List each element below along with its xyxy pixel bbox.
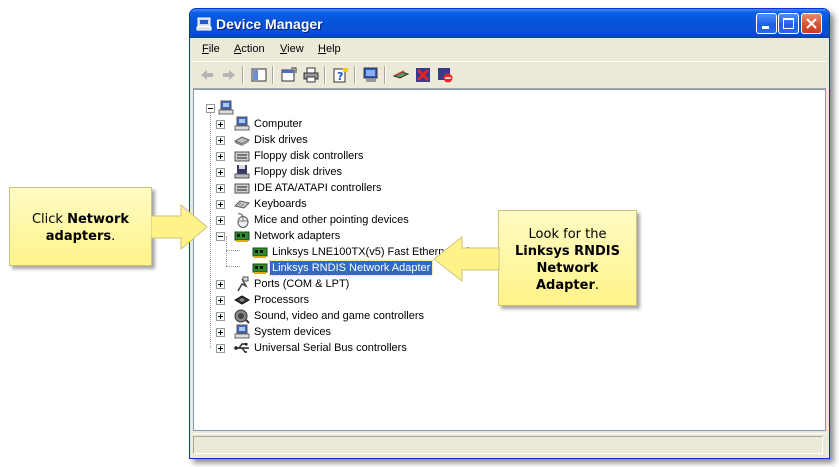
floppy-icon: [234, 164, 250, 180]
print-icon[interactable]: [302, 66, 320, 84]
tree-root[interactable]: [200, 100, 240, 116]
sound-icon: [234, 308, 250, 324]
callout-bold-text: Network: [536, 261, 599, 276]
tree-item-system-devices[interactable]: System devices: [194, 324, 494, 340]
network-card-icon: [252, 260, 268, 276]
callout-arrow-right: [433, 236, 500, 283]
window-title: Device Manager: [216, 16, 323, 32]
callout-text: Click: [31, 212, 68, 227]
collapse-toggle[interactable]: [206, 104, 215, 113]
tree-item-label-selected: Linksys RNDIS Network Adapter: [268, 260, 434, 276]
expand-toggle[interactable]: [216, 344, 225, 353]
tree-item-keyboards[interactable]: Keyboards: [194, 196, 494, 212]
controller-icon: [234, 180, 250, 196]
disable-device-icon[interactable]: [436, 66, 454, 84]
tree-item-label: Ports (COM & LPT): [254, 278, 350, 290]
expand-toggle[interactable]: [216, 200, 225, 209]
toolbar-separator: [242, 66, 244, 84]
tree-item-label: Mice and other pointing devices: [254, 214, 409, 226]
expand-toggle[interactable]: [216, 184, 225, 193]
expand-toggle[interactable]: [216, 168, 225, 177]
tree-item-label: Sound, video and game controllers: [254, 310, 424, 322]
tree-item-label: Processors: [254, 294, 310, 306]
expand-toggle[interactable]: [216, 328, 225, 337]
tree-item-usb-controllers[interactable]: Universal Serial Bus controllers: [194, 340, 494, 356]
port-icon: [234, 276, 250, 292]
forward-arrow-icon[interactable]: [220, 66, 238, 84]
update-driver-icon[interactable]: [392, 66, 410, 84]
tree-item-processors[interactable]: Processors: [194, 292, 494, 308]
expand-toggle[interactable]: [216, 120, 225, 129]
status-bar: [193, 433, 826, 458]
menu-help[interactable]: Help: [318, 43, 341, 55]
menu-view[interactable]: View: [280, 43, 304, 55]
callout-look-for-rndis: Look for the Linksys RNDIS Network Adapt…: [498, 210, 637, 306]
expand-toggle[interactable]: [216, 312, 225, 321]
callout-bold-text: Network: [67, 212, 130, 227]
tree-item-label: System devices: [254, 326, 332, 338]
toolbar-separator: [272, 66, 274, 84]
processor-icon: [233, 292, 251, 308]
menu-bar: File Action View Help: [193, 39, 826, 59]
disk-drive-icon: [233, 132, 251, 148]
callout-text: Look for the: [528, 227, 607, 242]
menu-action[interactable]: Action: [234, 43, 265, 55]
network-card-icon: [234, 228, 250, 244]
computer-icon: [234, 116, 250, 132]
network-card-icon: [252, 244, 268, 260]
tree-item-ide-controllers[interactable]: IDE ATA/ATAPI controllers: [194, 180, 494, 196]
maximize-button[interactable]: [778, 13, 799, 34]
expand-toggle[interactable]: [216, 136, 225, 145]
keyboard-icon: [234, 196, 250, 212]
help-icon[interactable]: ?: [332, 66, 350, 84]
show-hide-tree-icon[interactable]: [250, 66, 268, 84]
tree-item-label: Keyboards: [254, 198, 307, 210]
expand-toggle[interactable]: [216, 152, 225, 161]
tree-item-floppy-controllers[interactable]: Floppy disk controllers: [194, 148, 494, 164]
toolbar: ?: [193, 61, 826, 89]
tree-item-label: Computer: [254, 118, 303, 130]
callout-bold-text: adapters: [45, 229, 112, 244]
expand-toggle[interactable]: [216, 296, 225, 305]
tree-item-label: Network adapters: [254, 230, 341, 242]
tree-item-label: Floppy disk drives: [254, 166, 343, 178]
controller-icon: [234, 148, 250, 164]
status-panel: [193, 436, 823, 454]
callout-bold-text: Adapter: [535, 278, 595, 293]
tree-item-floppy-drives[interactable]: Floppy disk drives: [194, 164, 494, 180]
computer-icon: [234, 324, 250, 340]
tree-item-label: Disk drives: [254, 134, 308, 146]
collapse-toggle[interactable]: [216, 232, 225, 241]
properties-icon[interactable]: [280, 66, 298, 84]
minimize-button[interactable]: [756, 13, 777, 34]
callout-text: .: [111, 229, 116, 244]
tree-item-label: IDE ATA/ATAPI controllers: [254, 182, 382, 194]
computer-icon: [218, 100, 234, 116]
callout-text: .: [594, 278, 600, 293]
usb-icon: [234, 340, 250, 356]
callout-arrow-left: [151, 203, 208, 251]
tree-item-computer[interactable]: Computer: [194, 116, 494, 132]
callout-bold-text: Linksys RNDIS: [515, 244, 620, 259]
tree-item-sound[interactable]: Sound, video and game controllers: [194, 308, 494, 324]
expand-toggle[interactable]: [216, 280, 225, 289]
device-manager-icon: [196, 16, 212, 35]
svg-text:?: ?: [337, 70, 343, 83]
title-bar[interactable]: Device Manager: [190, 9, 829, 38]
uninstall-icon[interactable]: [414, 66, 432, 84]
tree-item-label: Floppy disk controllers: [254, 150, 364, 162]
tree-item-disk-drives[interactable]: Disk drives: [194, 132, 494, 148]
toolbar-separator: [324, 66, 326, 84]
tree-item-label: Universal Serial Bus controllers: [254, 342, 407, 354]
back-arrow-icon[interactable]: [198, 66, 216, 84]
expand-toggle[interactable]: [216, 216, 225, 225]
close-button[interactable]: [801, 13, 822, 34]
mouse-icon: [234, 212, 250, 228]
callout-click-network-adapters: Click Network adapters.: [9, 187, 152, 266]
toolbar-separator: [354, 66, 356, 84]
menu-file[interactable]: File: [202, 43, 220, 55]
scan-hardware-icon[interactable]: [362, 66, 380, 84]
toolbar-separator: [384, 66, 386, 84]
tree-item-mice[interactable]: Mice and other pointing devices: [194, 212, 494, 228]
